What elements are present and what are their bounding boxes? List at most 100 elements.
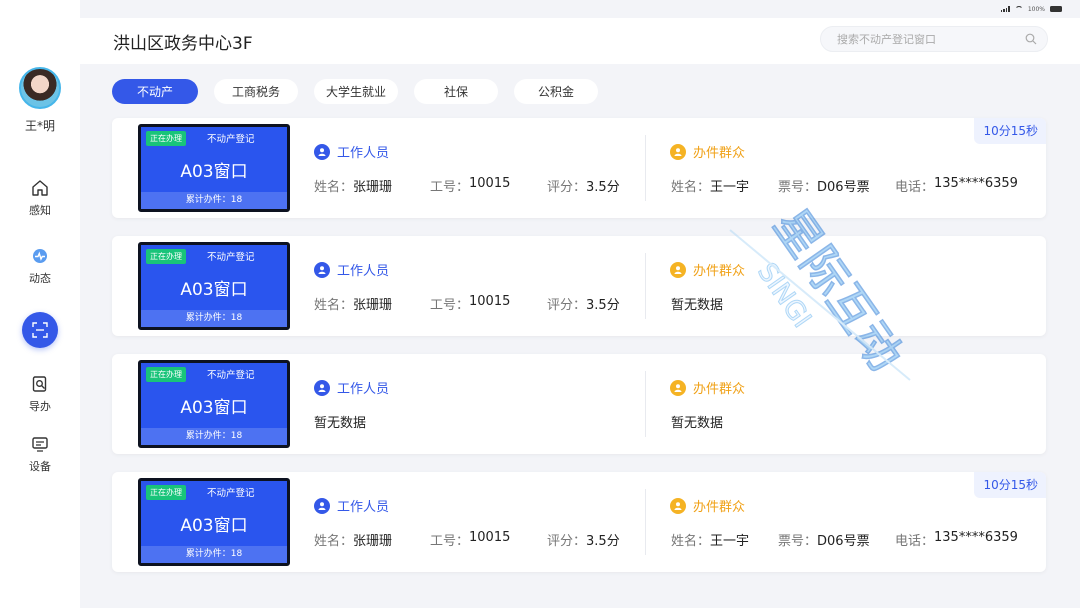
window-card[interactable]: 正在办理 不动产登记 A03窗口 累计办件：18 工作人员 姓名： 张珊珊 工号… <box>112 472 1046 572</box>
citizen-name: 王一宇 <box>710 534 750 549</box>
tab-graduate-employment[interactable]: 大学生就业 <box>314 79 398 104</box>
citizen-section-title: 办件群众 <box>670 260 745 279</box>
processed-count: 累计办件：18 <box>141 546 287 563</box>
staff-score: 3.5分 <box>586 534 620 549</box>
staff-label: 工作人员 <box>337 382 390 397</box>
staff-user-icon <box>314 497 330 514</box>
staff-no: 10015 <box>469 176 511 191</box>
search-box[interactable] <box>820 26 1048 52</box>
service-name: 不动产登记 <box>207 488 255 499</box>
window-screen: 正在办理 不动产登记 A03窗口 累计办件：18 <box>138 478 290 566</box>
field-key: 姓名： <box>314 534 354 549</box>
user-name: 王*明 <box>24 119 55 133</box>
citizen-empty: 暂无数据 <box>671 298 724 313</box>
tab-social-security[interactable]: 社保 <box>414 79 498 104</box>
citizen-empty: 暂无数据 <box>671 416 724 431</box>
citizen-label: 办件群众 <box>693 264 746 279</box>
processed-count: 累计办件：18 <box>141 192 287 209</box>
service-name: 不动产登记 <box>207 370 255 381</box>
home-icon <box>30 178 50 198</box>
citizen-label: 办件群众 <box>693 500 746 515</box>
section-divider <box>645 489 646 555</box>
service-timer: 10分15秒 <box>974 472 1046 498</box>
tab-business-tax[interactable]: 工商税务 <box>214 79 298 104</box>
search-input[interactable] <box>837 32 1025 46</box>
staff-score: 3.5分 <box>586 298 620 313</box>
staff-no-field: 工号： 10015 <box>430 294 510 313</box>
tab-housing-fund[interactable]: 公积金 <box>514 79 598 104</box>
citizen-user-icon <box>670 497 686 514</box>
sidebar-item-dynamic[interactable]: 动态 <box>29 246 51 286</box>
phone-field: 电话： 135****6359 <box>895 530 1018 549</box>
staff-name: 张珊珊 <box>353 298 393 313</box>
staff-empty: 暂无数据 <box>314 416 367 431</box>
staff-no-field: 工号： 10015 <box>430 530 510 549</box>
citizen-name-field: 姓名： 王一宇 <box>671 530 749 549</box>
window-card[interactable]: 正在办理 不动产登记 A03窗口 累计办件：18 工作人员 姓名： 张珊珊 工号… <box>112 236 1046 336</box>
section-divider <box>645 135 646 201</box>
citizen-name-field: 姓名： 王一宇 <box>671 176 749 195</box>
staff-score-field: 评分： 3.5分 <box>547 530 620 549</box>
category-tabs: 不动产 工商税务 大学生就业 社保 公积金 <box>112 79 598 104</box>
citizen-name: 王一宇 <box>710 180 750 195</box>
staff-no: 10015 <box>469 530 511 545</box>
staff-score-field: 评分： 3.5分 <box>547 176 620 195</box>
page-title: 洪山区政务中心3F <box>113 34 253 54</box>
staff-name: 张珊珊 <box>353 534 393 549</box>
staff-score: 3.5分 <box>586 180 620 195</box>
scan-button[interactable] <box>22 312 58 348</box>
staff-label: 工作人员 <box>337 500 390 515</box>
ticket-no: D06号票 <box>817 534 870 549</box>
signal-icon <box>1000 6 1010 12</box>
avatar[interactable] <box>19 67 61 109</box>
sidebar-item-label: 动态 <box>29 272 51 285</box>
sidebar-item-guide[interactable]: 导办 <box>29 374 51 414</box>
ticket-field: 票号： D06号票 <box>778 176 870 195</box>
field-key: 工号： <box>430 298 470 313</box>
status-badge: 正在办理 <box>146 485 186 500</box>
window-card[interactable]: 正在办理 不动产登记 A03窗口 累计办件：18 工作人员 姓名： 张珊珊 工号… <box>112 118 1046 218</box>
sidebar-item-perception[interactable]: 感知 <box>29 178 51 218</box>
section-divider <box>645 371 646 437</box>
field-key: 评分： <box>547 298 587 313</box>
staff-section-title: 工作人员 <box>314 142 389 161</box>
window-screen: 正在办理 不动产登记 A03窗口 累计办件：18 <box>138 360 290 448</box>
activity-icon <box>30 246 50 266</box>
service-name: 不动产登记 <box>207 252 255 263</box>
status-badge: 正在办理 <box>146 249 186 264</box>
phone-field: 电话： 135****6359 <box>895 176 1018 195</box>
window-number: A03窗口 <box>180 162 248 182</box>
field-key: 票号： <box>778 534 818 549</box>
field-key: 电话： <box>895 180 935 195</box>
ticket-no: D06号票 <box>817 180 870 195</box>
tab-real-estate[interactable]: 不动产 <box>112 79 198 104</box>
sidebar-item-device[interactable]: 设备 <box>29 434 51 474</box>
window-card[interactable]: 正在办理 不动产登记 A03窗口 累计办件：18 工作人员 暂无数据 办件群众 … <box>112 354 1046 454</box>
window-screen: 正在办理 不动产登记 A03窗口 累计办件：18 <box>138 242 290 330</box>
sidebar-item-label: 设备 <box>29 460 51 473</box>
citizen-section-title: 办件群众 <box>670 378 745 397</box>
staff-label: 工作人员 <box>337 146 390 161</box>
wifi-icon <box>1014 6 1023 12</box>
staff-user-icon <box>314 261 330 278</box>
status-bar: 100% <box>80 0 1080 18</box>
processed-count: 累计办件：18 <box>141 310 287 327</box>
staff-name: 张珊珊 <box>353 180 393 195</box>
staff-no-field: 工号： 10015 <box>430 176 510 195</box>
staff-user-icon <box>314 379 330 396</box>
scan-icon <box>32 322 48 338</box>
section-divider <box>645 253 646 319</box>
citizen-label: 办件群众 <box>693 382 746 397</box>
field-key: 姓名： <box>671 180 711 195</box>
device-icon <box>30 434 50 454</box>
citizen-user-icon <box>670 143 686 160</box>
status-badge: 正在办理 <box>146 131 186 146</box>
field-key: 电话： <box>895 534 935 549</box>
staff-name-field: 姓名： 张珊珊 <box>314 176 392 195</box>
staff-section-title: 工作人员 <box>314 496 389 515</box>
window-number: A03窗口 <box>180 398 248 418</box>
staff-section-title: 工作人员 <box>314 260 389 279</box>
header: 洪山区政务中心3F <box>80 18 1080 64</box>
search-icon[interactable] <box>1025 33 1037 45</box>
ticket-field: 票号： D06号票 <box>778 530 870 549</box>
